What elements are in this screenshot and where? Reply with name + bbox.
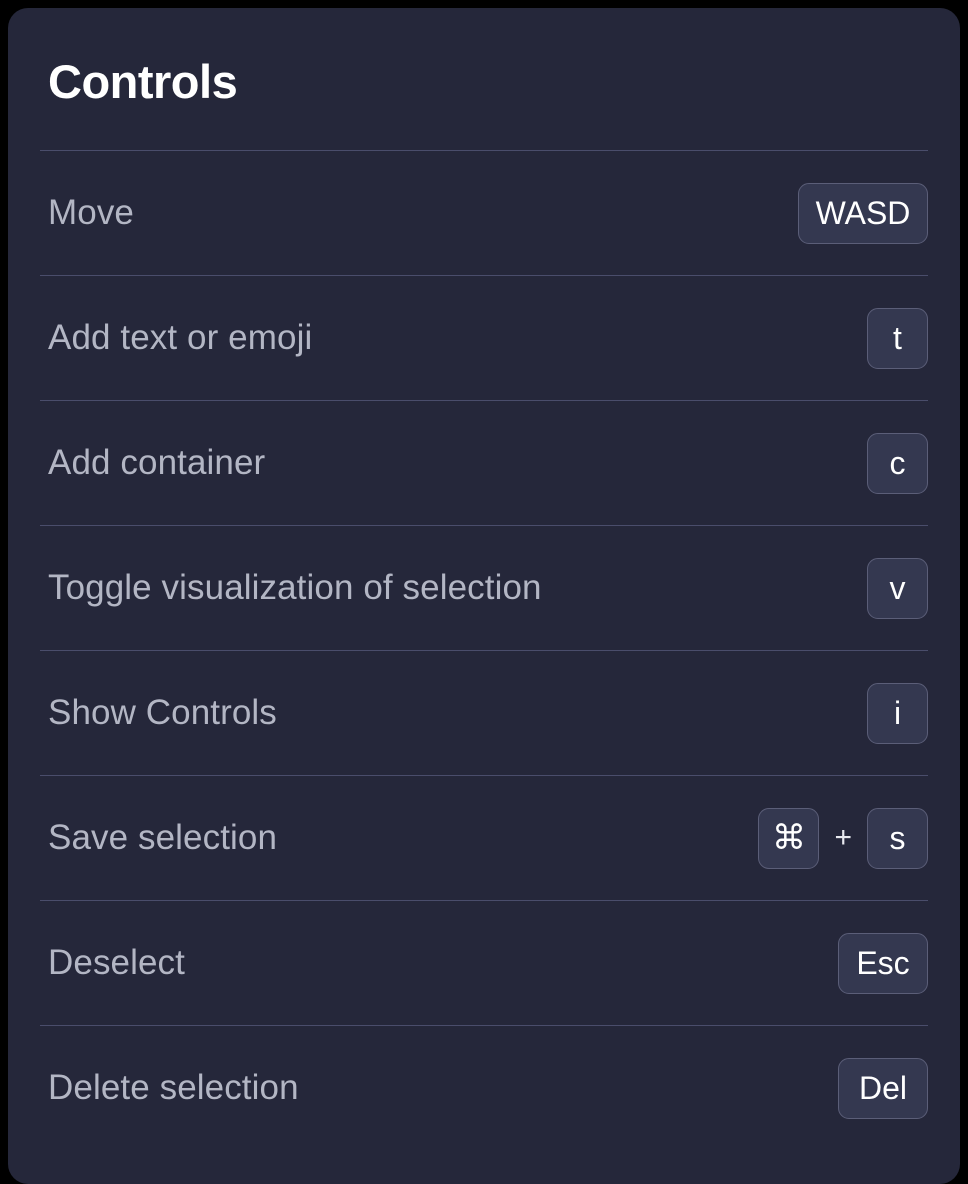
control-row-label: Save selection <box>48 817 278 857</box>
control-row-label: Show Controls <box>48 692 277 732</box>
controls-list: Move WASD Add text or emoji t Add container c… <box>40 150 928 1150</box>
control-row-keys: Del <box>838 1057 928 1119</box>
control-row-label: Deselect <box>48 942 185 982</box>
control-row-label: Toggle visualization of selection <box>48 567 542 607</box>
keycap-wasd[interactable]: WASD <box>798 182 928 244</box>
keycap-s[interactable]: s <box>867 807 928 869</box>
control-row-keys: i <box>867 682 928 744</box>
keycap-command[interactable]: ⌘ <box>758 807 820 869</box>
plus-separator: + <box>834 821 852 854</box>
control-row-keys: v <box>867 557 928 619</box>
controls-panel: Controls Move WASD Add text or emoji t Add c… <box>8 8 960 1184</box>
control-row: Save selection ⌘ + s <box>40 775 928 900</box>
control-row-label: Move <box>48 192 134 232</box>
control-row: Deselect Esc <box>40 900 928 1025</box>
keycap-delete[interactable]: Del <box>838 1057 928 1119</box>
control-row: Add container c <box>40 400 928 525</box>
keycap-t[interactable]: t <box>867 307 928 369</box>
control-row-keys: ⌘ + s <box>758 807 928 869</box>
keycap-i[interactable]: i <box>867 682 928 744</box>
control-row: Delete selection Del <box>40 1025 928 1150</box>
control-row: Toggle visualization of selection v <box>40 525 928 650</box>
control-row-keys: c <box>867 432 928 494</box>
keycap-c[interactable]: c <box>867 432 928 494</box>
control-row-keys: Esc <box>838 932 928 994</box>
keycap-escape[interactable]: Esc <box>838 932 928 994</box>
control-row-keys: t <box>867 307 928 369</box>
keycap-v[interactable]: v <box>867 557 928 619</box>
control-row-label: Add container <box>48 442 266 482</box>
control-row: Move WASD <box>40 150 928 275</box>
control-row-label: Delete selection <box>48 1067 299 1107</box>
control-row-label: Add text or emoji <box>48 317 313 357</box>
screen-backdrop: Controls Move WASD Add text or emoji t Add c… <box>0 0 968 1184</box>
control-row: Add text or emoji t <box>40 275 928 400</box>
page-title: Controls <box>48 55 238 108</box>
control-row: Show Controls i <box>40 650 928 775</box>
control-row-keys: WASD <box>798 182 928 244</box>
